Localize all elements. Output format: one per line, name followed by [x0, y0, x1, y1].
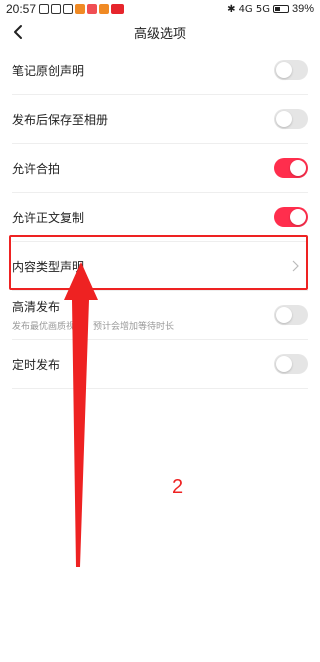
setting-save-to-album: 发布后保存至相册: [12, 95, 308, 144]
battery-percent: 39%: [291, 3, 314, 15]
app-icon: [99, 4, 110, 14]
app-icon: [111, 4, 125, 14]
setting-sublabel: 发布最优画质视频，预计会增加等待时长: [12, 322, 175, 332]
toggle-switch[interactable]: [274, 158, 308, 178]
toggle-knob: [276, 356, 292, 372]
setting-text: 高清发布 发布最优画质视频，预计会增加等待时长: [12, 298, 174, 332]
header: 高级选项: [0, 18, 320, 46]
toggle-switch[interactable]: [274, 207, 308, 227]
setting-original-declaration: 笔记原创声明: [12, 46, 308, 95]
chevron-left-icon[interactable]: [10, 23, 28, 41]
annotation-highlight-box: [9, 235, 308, 290]
app-icon: [87, 4, 98, 14]
setting-scheduled-publish: 定时发布: [12, 340, 308, 389]
toggle-knob: [290, 209, 306, 225]
annotation-step-number: 2: [172, 476, 184, 498]
app-icon: [63, 4, 74, 14]
toggle-knob: [290, 160, 306, 176]
setting-allow-duet: 允许合拍: [12, 144, 308, 193]
toggle-switch[interactable]: [274, 305, 308, 325]
battery-icon: [272, 5, 289, 13]
settings-list: 笔记原创声明 发布后保存至相册 允许合拍 允许正文复制 内容类型声明 高清发布 …: [0, 46, 320, 389]
setting-label: 高清发布: [12, 300, 61, 314]
notification-icons: [39, 4, 125, 14]
setting-label: 笔记原创声明: [12, 63, 85, 78]
toggle-knob: [276, 111, 292, 127]
toggle-knob: [276, 62, 292, 78]
app-icon: [75, 4, 86, 14]
setting-hd-publish: 高清发布 发布最优画质视频，预计会增加等待时长: [12, 291, 308, 340]
setting-label: 允许合拍: [12, 161, 61, 176]
setting-label: 允许正文复制: [12, 210, 85, 225]
status-bar: 20:57 ✱ 4G 5G 39%: [0, 0, 320, 18]
status-right: ✱ 4G 5G 39%: [227, 3, 314, 15]
toggle-knob: [276, 307, 292, 323]
page-title: 高级选项: [133, 26, 186, 42]
setting-label: 发布后保存至相册: [12, 112, 109, 127]
notification-icon: [39, 4, 50, 14]
bluetooth-icon: ✱: [227, 3, 236, 15]
status-time: 20:57: [6, 2, 37, 16]
toggle-switch[interactable]: [274, 354, 308, 374]
network-label: 4G 5G: [238, 3, 270, 15]
toggle-switch[interactable]: [274, 109, 308, 129]
app-icon: [51, 4, 62, 14]
setting-label: 定时发布: [12, 357, 61, 372]
toggle-switch[interactable]: [274, 60, 308, 80]
